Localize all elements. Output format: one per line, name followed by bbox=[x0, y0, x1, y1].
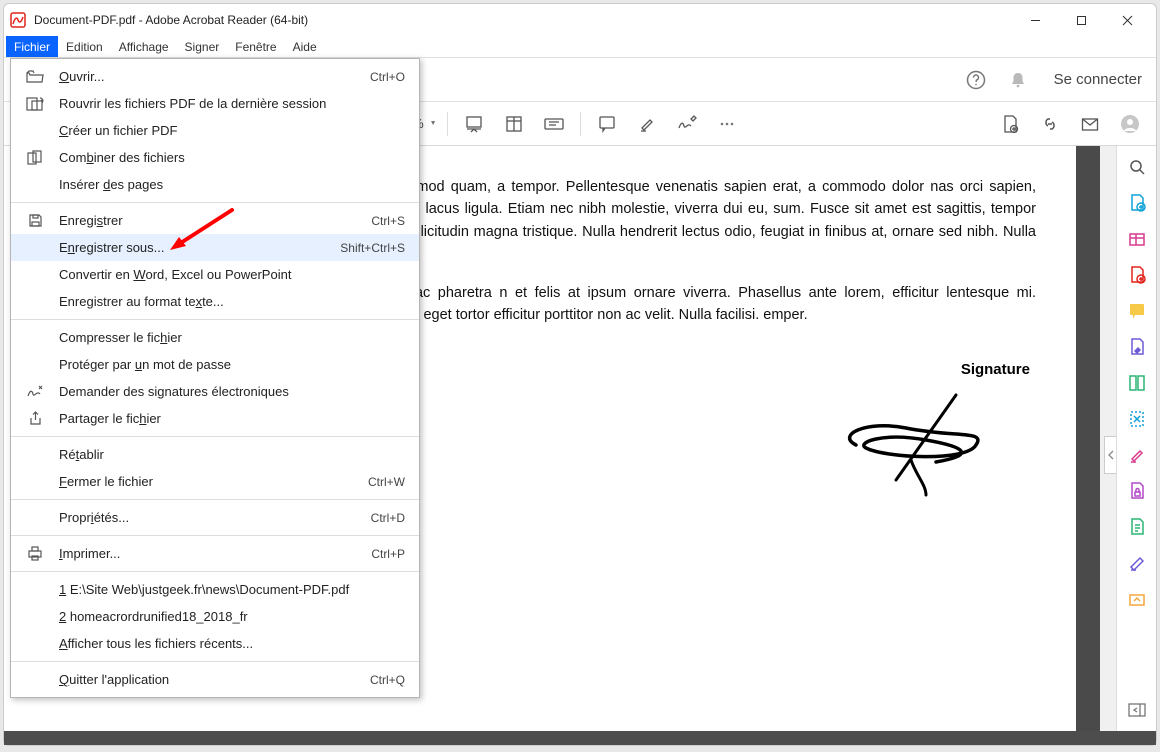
window-title: Document-PDF.pdf - Adobe Acrobat Reader … bbox=[34, 13, 308, 27]
more-tool-icon[interactable] bbox=[1126, 588, 1148, 610]
measure-tool-icon[interactable] bbox=[1126, 552, 1148, 574]
save-icon bbox=[23, 213, 47, 228]
menu-print[interactable]: Imprimer... Ctrl+P bbox=[11, 540, 419, 567]
menu-share[interactable]: Partager le fichier bbox=[11, 405, 419, 432]
menu-recent-1[interactable]: 1 E:\Site Web\justgeek.fr\news\Document-… bbox=[11, 576, 419, 603]
print-icon bbox=[23, 546, 47, 561]
tools-rail bbox=[1116, 146, 1156, 731]
menu-fichier[interactable]: Fichier bbox=[6, 36, 58, 57]
comment-icon[interactable] bbox=[589, 106, 625, 142]
highlight-icon[interactable] bbox=[629, 106, 665, 142]
menu-compress[interactable]: Compresser le fichier bbox=[11, 324, 419, 351]
fill-sign-tool-icon[interactable] bbox=[1126, 336, 1148, 358]
export-pdf-tool-icon[interactable] bbox=[1126, 264, 1148, 286]
menu-convert[interactable]: Convertir en Word, Excel ou PowerPoint bbox=[11, 261, 419, 288]
file-menu-dropdown: Ouvrir... Ctrl+O Rouvrir les fichiers PD… bbox=[10, 58, 420, 698]
menu-insert-pages[interactable]: Insérer des pages bbox=[11, 171, 419, 198]
menu-recent-2[interactable]: 2 homeacrordrunified18_2018_fr bbox=[11, 603, 419, 630]
maximize-button[interactable] bbox=[1058, 4, 1104, 36]
account-icon[interactable] bbox=[1112, 106, 1148, 142]
menubar: Fichier Edition Affichage Signer Fenêtre… bbox=[4, 36, 1156, 58]
acrobat-icon bbox=[10, 12, 26, 28]
open-folder-icon bbox=[23, 70, 47, 84]
menu-save-as[interactable]: Enregistrer sous... Shift+Ctrl+S bbox=[11, 234, 419, 261]
menu-quit[interactable]: Quitter l'application Ctrl+Q bbox=[11, 666, 419, 693]
menu-properties[interactable]: Propriétés... Ctrl+D bbox=[11, 504, 419, 531]
menu-aide[interactable]: Aide bbox=[285, 36, 325, 57]
menu-revert[interactable]: Rétablir bbox=[11, 441, 419, 468]
menu-signer[interactable]: Signer bbox=[177, 36, 228, 57]
menu-fenetre[interactable]: Fenêtre bbox=[227, 36, 284, 57]
protect-tool-icon[interactable] bbox=[1126, 480, 1148, 502]
collapse-rail-icon[interactable] bbox=[1104, 436, 1116, 474]
close-button[interactable] bbox=[1104, 4, 1150, 36]
link-icon[interactable] bbox=[1032, 106, 1068, 142]
menu-save-text[interactable]: Enregistrer au format texte... bbox=[11, 288, 419, 315]
comment-tool-icon[interactable] bbox=[1126, 300, 1148, 322]
menu-close[interactable]: Fermer le fichier Ctrl+W bbox=[11, 468, 419, 495]
convert-tool-icon[interactable] bbox=[1126, 516, 1148, 538]
read-mode-icon[interactable] bbox=[536, 106, 572, 142]
page-display-icon[interactable] bbox=[496, 106, 532, 142]
menu-affichage[interactable]: Affichage bbox=[111, 36, 177, 57]
sign-in-link[interactable]: Se connecter bbox=[1054, 71, 1142, 88]
document-footer-strip bbox=[4, 731, 1156, 745]
edit-pdf-tool-icon[interactable] bbox=[1126, 228, 1148, 250]
compress-tool-icon[interactable] bbox=[1126, 408, 1148, 430]
search-tool-icon[interactable] bbox=[1126, 156, 1148, 178]
redact-tool-icon[interactable] bbox=[1126, 444, 1148, 466]
signature-request-icon bbox=[23, 385, 47, 399]
more-tools-icon[interactable] bbox=[709, 106, 745, 142]
bell-icon[interactable] bbox=[1004, 66, 1032, 94]
menu-open[interactable]: Ouvrir... Ctrl+O bbox=[11, 63, 419, 90]
menu-request-sign[interactable]: Demander des signatures électroniques bbox=[11, 378, 419, 405]
sign-icon[interactable] bbox=[669, 106, 705, 142]
export-pdf-icon[interactable] bbox=[992, 106, 1028, 142]
signature-drawing bbox=[826, 390, 1006, 500]
menu-reopen[interactable]: Rouvrir les fichiers PDF de la dernière … bbox=[11, 90, 419, 117]
menu-edition[interactable]: Edition bbox=[58, 36, 111, 57]
fit-width-icon[interactable] bbox=[456, 106, 492, 142]
help-icon[interactable] bbox=[962, 66, 990, 94]
create-pdf-tool-icon[interactable] bbox=[1126, 192, 1148, 214]
share-icon bbox=[23, 411, 47, 426]
titlebar: Document-PDF.pdf - Adobe Acrobat Reader … bbox=[4, 4, 1156, 36]
organize-tool-icon[interactable] bbox=[1126, 372, 1148, 394]
combine-icon bbox=[23, 150, 47, 166]
menu-save[interactable]: Enregistrer Ctrl+S bbox=[11, 207, 419, 234]
rail-toggle-icon[interactable] bbox=[1126, 699, 1148, 721]
reopen-icon bbox=[23, 97, 47, 111]
menu-combine[interactable]: Combiner des fichiers bbox=[11, 144, 419, 171]
menu-create-pdf[interactable]: Créer un fichier PDF bbox=[11, 117, 419, 144]
email-icon[interactable] bbox=[1072, 106, 1108, 142]
menu-protect[interactable]: Protéger par un mot de passe bbox=[11, 351, 419, 378]
minimize-button[interactable] bbox=[1012, 4, 1058, 36]
menu-show-all-recent[interactable]: Afficher tous les fichiers récents... bbox=[11, 630, 419, 657]
